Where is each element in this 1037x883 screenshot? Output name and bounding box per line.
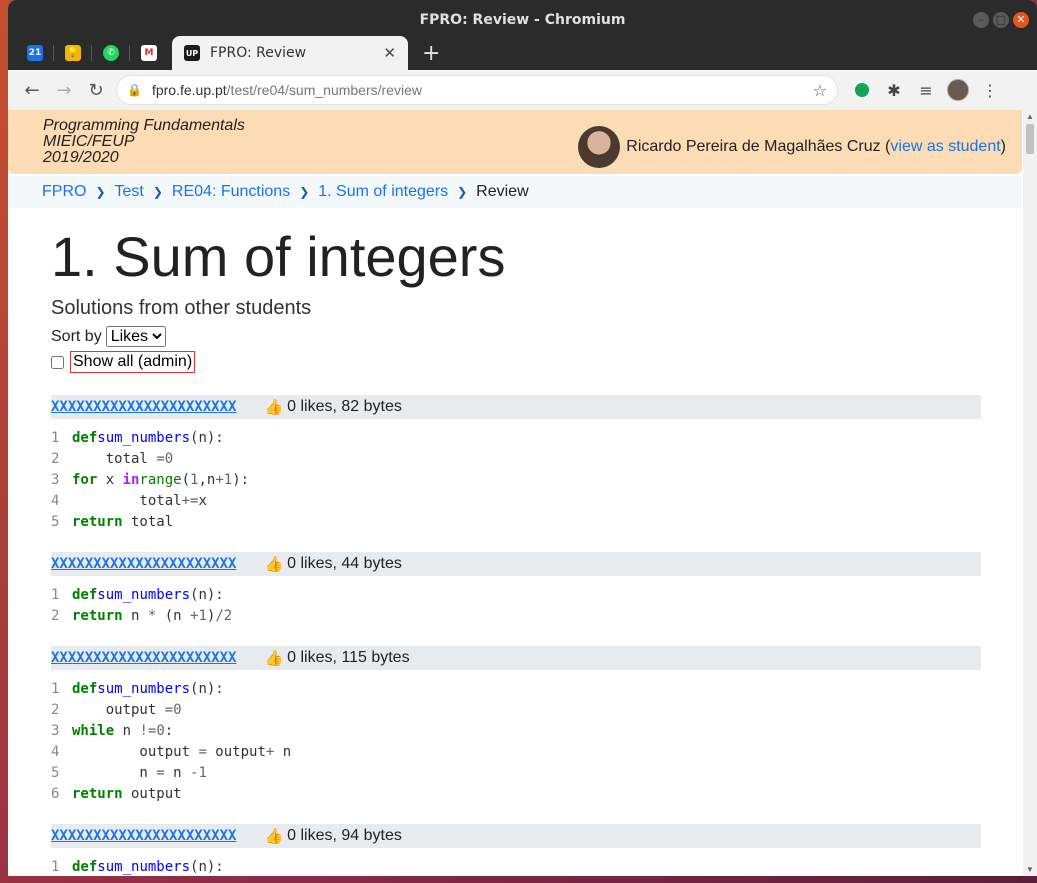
chevron-right-icon: ❯: [457, 185, 468, 199]
solution-author-link[interactable]: XXXXXXXXXXXXXXXXXXXXXX: [51, 828, 236, 844]
keep-icon: 💡: [65, 45, 81, 61]
course-info: Programming Fundamentals MIEIC/FEUP 2019…: [43, 118, 245, 166]
solution-stats: 0 likes, 94 bytes: [287, 827, 402, 844]
gmail-icon-text: M: [144, 48, 154, 58]
bookmark-star-icon[interactable]: ☆: [813, 81, 827, 100]
page-scrollbar[interactable]: ▲ ▼: [1023, 110, 1037, 876]
thumbs-up-icon[interactable]: 👍: [264, 649, 283, 667]
page-title: 1. Sum of integers: [51, 225, 506, 288]
solution-item: XXXXXXXXXXXXXXXXXXXXXX 👍 0 likes, 82 byt…: [51, 395, 981, 532]
maximize-icon[interactable]: □: [993, 12, 1009, 28]
scrollbar-thumb[interactable]: [1026, 124, 1034, 154]
solution-header: XXXXXXXXXXXXXXXXXXXXXX 👍 0 likes, 44 byt…: [51, 552, 981, 576]
whatsapp-icon: ✆: [103, 45, 119, 61]
title-bar: FPRO: Review - Chromium – □ ✕: [8, 0, 1037, 40]
solution-author-link[interactable]: XXXXXXXXXXXXXXXXXXXXXX: [51, 556, 236, 572]
tab-strip: 21 💡 ✆ M UP FPRO: Review ✕ +: [8, 36, 1037, 70]
avatar: [578, 126, 621, 168]
address-bar[interactable]: 🔒 fpro.fe.up.pt/test/re04/sum_numbers/re…: [116, 75, 838, 105]
solution-stats: 0 likes, 44 bytes: [287, 555, 402, 572]
show-all-label[interactable]: Show all (admin): [70, 351, 196, 373]
browser-toolbar: ← → ↻ 🔒 fpro.fe.up.pt/test/re04/sum_numb…: [8, 70, 1037, 111]
solution-item: XXXXXXXXXXXXXXXXXXXXXX 👍 0 likes, 94 byt…: [51, 824, 981, 876]
code-block: 1 def sum_numbers (n):: [51, 858, 224, 875]
solution-item: XXXXXXXXXXXXXXXXXXXXXX 👍 0 likes, 44 byt…: [51, 552, 981, 626]
thumbs-up-icon[interactable]: 👍: [264, 827, 283, 845]
window-controls: – □ ✕: [973, 12, 1029, 28]
new-tab-icon[interactable]: +: [422, 36, 440, 70]
sort-label: Sort by: [51, 327, 102, 345]
close-tab-icon[interactable]: ✕: [383, 44, 396, 62]
tab-whatsapp[interactable]: ✆: [92, 36, 130, 70]
sort-select[interactable]: Likes: [105, 326, 166, 347]
close-window-icon[interactable]: ✕: [1013, 12, 1029, 28]
solution-header: XXXXXXXXXXXXXXXXXXXXXX 👍 0 likes, 115 by…: [51, 646, 981, 670]
favicon-text: UP: [185, 48, 199, 58]
main-content: 1. Sum of integers Solutions from other …: [51, 210, 981, 876]
user-name: Ricardo Pereira de Magalhães Cruz: [626, 138, 881, 155]
calendar-icon-text: 21: [28, 48, 42, 58]
solution-item: XXXXXXXXXXXXXXXXXXXXXX 👍 0 likes, 115 by…: [51, 646, 981, 804]
section-subtitle: Solutions from other students: [51, 297, 312, 319]
url-text: fpro.fe.up.pt/test/re04/sum_numbers/revi…: [152, 82, 813, 98]
chevron-right-icon: ❯: [152, 185, 163, 199]
solution-header: XXXXXXXXXXXXXXXXXXXXXX 👍 0 likes, 94 byt…: [51, 824, 981, 848]
view-as-student-link[interactable]: view as student: [890, 138, 1000, 156]
solution-header: XXXXXXXXXXXXXXXXXXXXXX 👍 0 likes, 82 byt…: [51, 395, 981, 419]
breadcrumb-fpro[interactable]: FPRO: [42, 183, 86, 201]
chevron-right-icon: ❯: [95, 185, 106, 199]
url-host: fpro.fe.up.pt: [151, 82, 227, 98]
extensions-puzzle-icon[interactable]: ✱: [878, 74, 910, 106]
browser-window: FPRO: Review - Chromium – □ ✕ 21 💡 ✆ M U…: [8, 0, 1037, 876]
media-queue-icon[interactable]: ≡: [910, 74, 942, 106]
calendar-icon: 21: [27, 45, 43, 61]
site-header: Programming Fundamentals MIEIC/FEUP 2019…: [8, 110, 1022, 174]
lock-icon[interactable]: 🔒: [127, 83, 142, 97]
course-code: MIEIC/FEUP: [43, 133, 135, 150]
tab-gmail[interactable]: M: [130, 36, 168, 70]
code-block: 1 def sum_numbers (n): 2 return n * (n + 1…: [51, 586, 233, 624]
breadcrumb-problem[interactable]: 1. Sum of integers: [318, 183, 448, 201]
back-icon[interactable]: ←: [16, 74, 48, 106]
show-all-checkbox[interactable]: [51, 355, 64, 369]
forward-icon[interactable]: →: [48, 74, 80, 106]
code-block: 1 def sum_numbers (n): 2 output = 0 3 whil…: [51, 680, 292, 802]
gmail-icon: M: [141, 45, 157, 61]
breadcrumb-current: Review: [476, 183, 529, 200]
extension-green-icon[interactable]: [846, 74, 878, 106]
user-info: Ricardo Pereira de Magalhães Cruz (view …: [578, 126, 1006, 168]
thumbs-up-icon[interactable]: 👍: [264, 398, 283, 416]
solution-author-link[interactable]: XXXXXXXXXXXXXXXXXXXXXX: [51, 399, 236, 415]
breadcrumb-test[interactable]: Test: [115, 183, 144, 201]
reload-icon[interactable]: ↻: [80, 74, 112, 106]
thumbs-up-icon[interactable]: 👍: [264, 555, 283, 573]
breadcrumb-re04[interactable]: RE04: Functions: [172, 183, 290, 201]
breadcrumb: FPRO ❯ Test ❯ RE04: Functions ❯ 1. Sum o…: [8, 176, 1022, 208]
course-name: Programming Fundamentals: [43, 117, 245, 134]
solution-stats: 0 likes, 115 bytes: [287, 649, 410, 666]
url-path: /test/re04/sum_numbers/review: [226, 82, 422, 98]
code-block: 1 def sum_numbers (n): 2 total = 0 3 for x…: [51, 429, 250, 530]
sort-row: Sort by Likes: [51, 326, 981, 347]
course-year: 2019/2020: [43, 149, 119, 166]
scroll-down-icon[interactable]: ▼: [1026, 865, 1034, 874]
tab-fpro-review[interactable]: UP FPRO: Review ✕: [172, 36, 408, 70]
window-title: FPRO: Review - Chromium: [419, 12, 626, 28]
solution-author-link[interactable]: XXXXXXXXXXXXXXXXXXXXXX: [51, 650, 236, 666]
tab-keep[interactable]: 💡: [54, 36, 92, 70]
scroll-up-icon[interactable]: ▲: [1026, 112, 1034, 121]
menu-kebab-icon[interactable]: ⋮: [974, 74, 1006, 106]
solution-stats: 0 likes, 82 bytes: [287, 398, 402, 415]
tab-label: FPRO: Review: [210, 45, 307, 61]
profile-avatar-icon[interactable]: [942, 74, 974, 106]
fpro-favicon-icon: UP: [184, 45, 200, 61]
show-all-row: Show all (admin): [51, 351, 981, 373]
chevron-right-icon: ❯: [299, 185, 310, 199]
minimize-icon[interactable]: –: [973, 12, 989, 28]
tab-calendar[interactable]: 21: [16, 36, 54, 70]
web-page: Programming Fundamentals MIEIC/FEUP 2019…: [8, 110, 1037, 876]
